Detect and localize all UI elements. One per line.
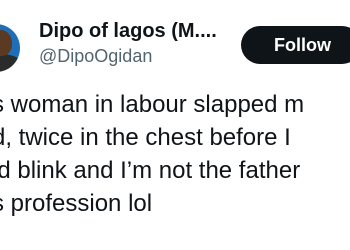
author-handle[interactable]: @DipoOgidan xyxy=(39,45,152,67)
tweet-text-line: s woman in labour slapped m xyxy=(0,91,305,118)
avatar[interactable] xyxy=(0,24,20,72)
follow-button[interactable]: Follow xyxy=(241,26,350,64)
author-display-name[interactable]: Dipo of lagos (M.... xyxy=(39,19,217,43)
tweet-text: s woman in labour slapped m d, twice in … xyxy=(0,88,350,220)
tweet-card: Dipo of lagos (M.... @DipoOgidan Follow … xyxy=(0,0,350,250)
tweet-text-line: d, twice in the chest before I xyxy=(0,124,291,151)
tweet-text-line: s profession lol xyxy=(0,190,153,217)
avatar-shirt xyxy=(0,54,20,72)
tweet-text-line: ld blink and I’m not the father xyxy=(0,157,301,184)
bottom-divider-space xyxy=(0,238,350,250)
avatar-face xyxy=(0,30,12,56)
